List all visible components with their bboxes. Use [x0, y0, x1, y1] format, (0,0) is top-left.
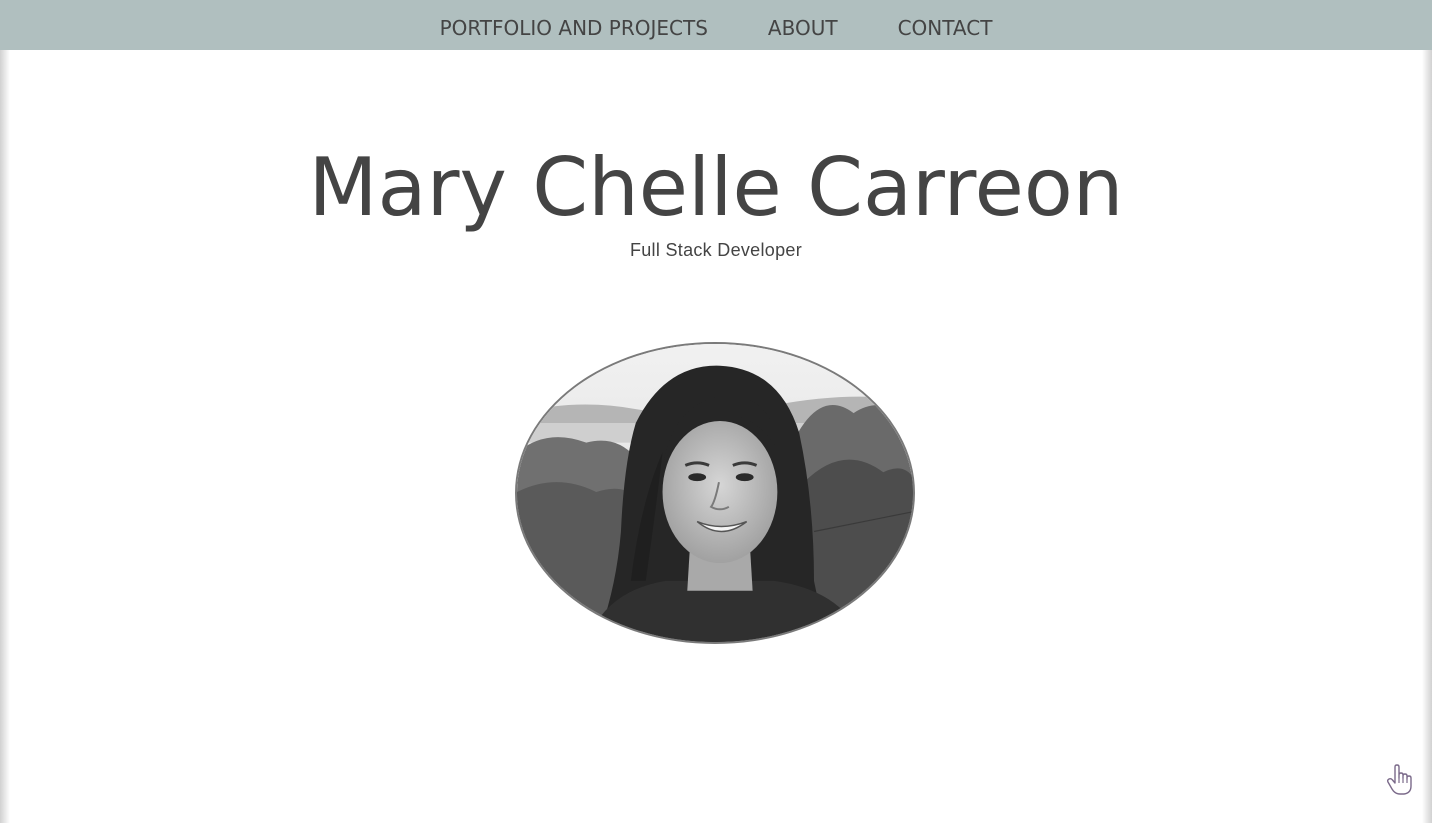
portrait-photo-icon [517, 344, 913, 642]
hero-section: Mary Chelle Carreon Full Stack Developer [0, 138, 1432, 261]
profile-photo [515, 342, 915, 644]
page-edge-shadow-left [0, 0, 10, 823]
page-edge-shadow-right [1422, 0, 1432, 823]
nav-portfolio-link[interactable]: PORTFOLIO AND PROJECTS [440, 10, 708, 40]
nav-about-link[interactable]: ABOUT [768, 10, 838, 40]
nav-contact-link[interactable]: CONTACT [898, 10, 993, 40]
hand-pointer-icon [1383, 763, 1417, 797]
page: PORTFOLIO AND PROJECTS ABOUT CONTACT Mar… [0, 0, 1432, 823]
page-subtitle: Full Stack Developer [629, 240, 803, 260]
page-title: Mary Chelle Carreon [308, 141, 1124, 234]
top-navbar: PORTFOLIO AND PROJECTS ABOUT CONTACT [0, 0, 1432, 50]
